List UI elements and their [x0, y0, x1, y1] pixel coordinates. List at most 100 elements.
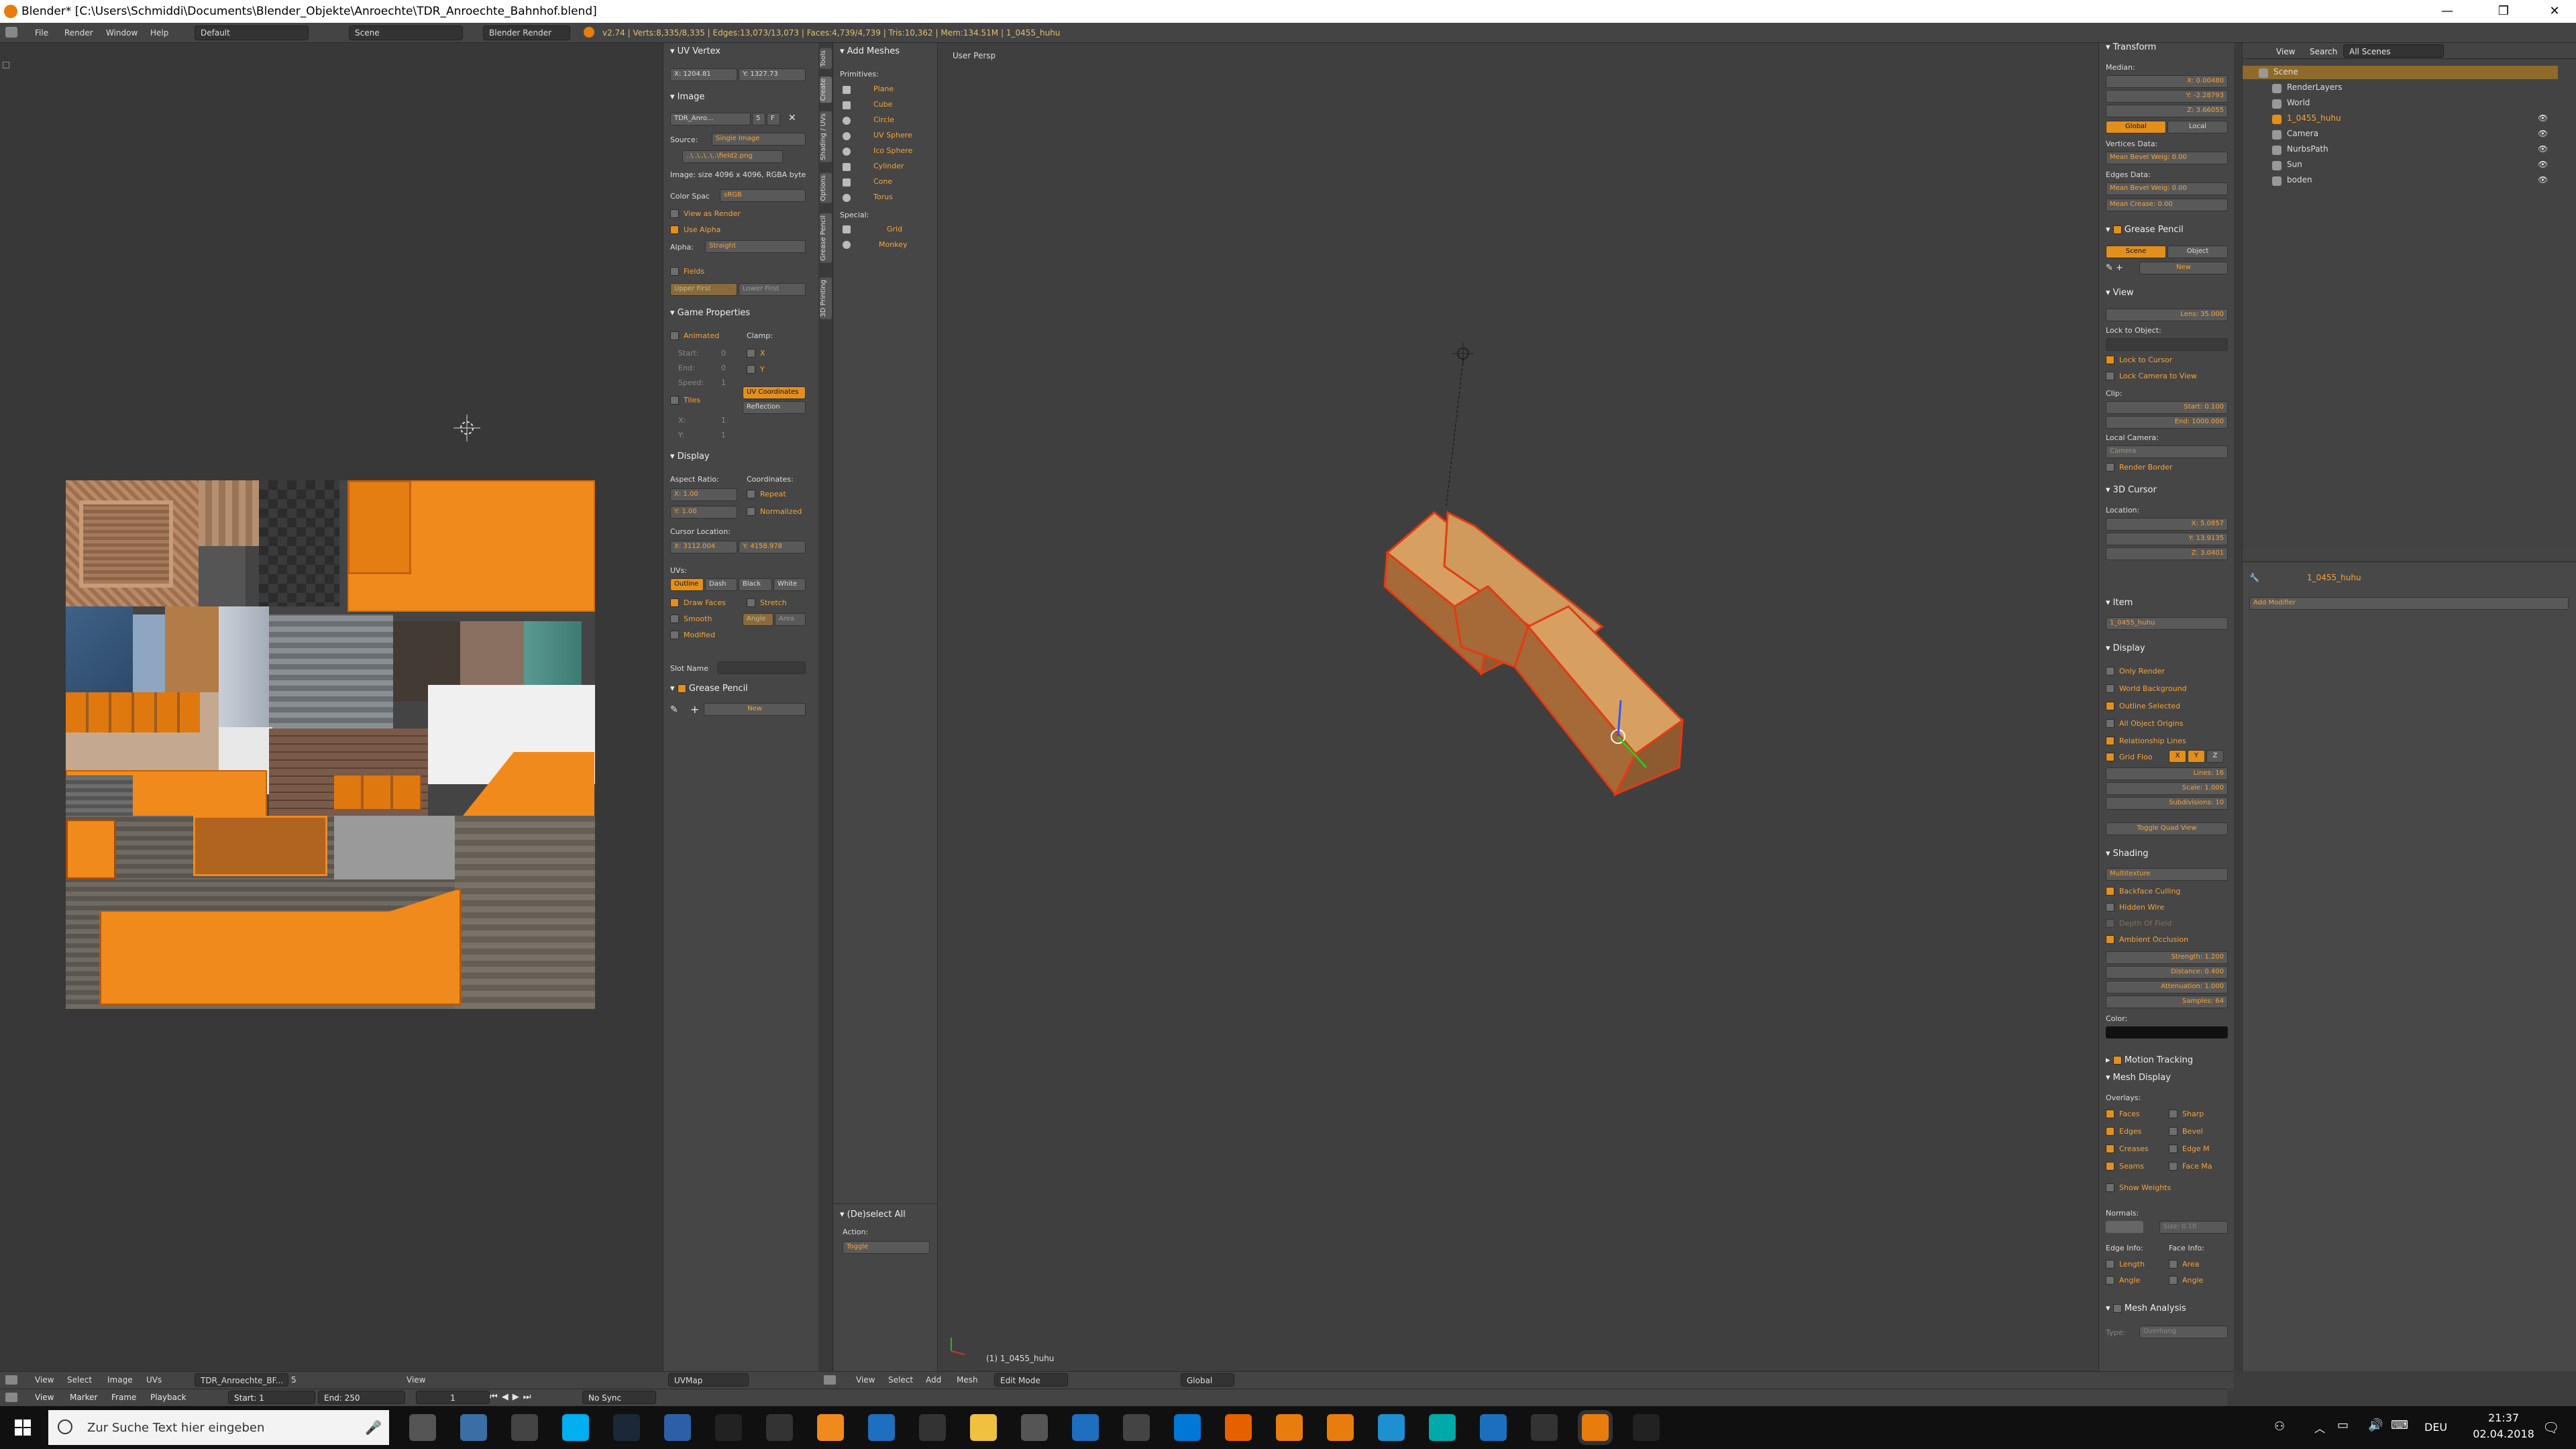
grid-z-toggle[interactable]: Z: [2206, 750, 2224, 763]
language-indicator[interactable]: DEU: [2424, 1421, 2447, 1434]
add-plane-button[interactable]: Plane: [873, 85, 894, 93]
add-uv-sphere-button[interactable]: UV Sphere: [873, 131, 912, 140]
mean-bevel-vertex-field[interactable]: Mean Bevel Weig: 0.00: [2106, 152, 2228, 164]
face-ma-overlay-checkbox[interactable]: [2169, 1162, 2178, 1171]
hidden-wire-checkbox[interactable]: [2106, 903, 2114, 912]
outline-sel-checkbox[interactable]: [2106, 702, 2114, 710]
grease-pencil-checkbox[interactable]: [677, 684, 686, 693]
black-button[interactable]: Black: [739, 578, 772, 591]
app-icon[interactable]: [1531, 1414, 1558, 1441]
app-icon[interactable]: [766, 1414, 793, 1441]
speed-value[interactable]: 1: [721, 378, 726, 387]
visibility-eye-icon[interactable]: 👁: [2538, 129, 2548, 138]
outliner-item[interactable]: NurbsPath: [2287, 144, 2328, 154]
add-torus-button[interactable]: Torus: [873, 193, 893, 201]
uv-image-editor[interactable]: [0, 43, 663, 1371]
ao-strength-field[interactable]: Strength: 1.200: [2106, 951, 2228, 964]
menu-window[interactable]: Window: [106, 28, 138, 38]
ao-distance-field[interactable]: Distance: 0.400: [2106, 966, 2228, 979]
lock-object-field[interactable]: [2106, 338, 2228, 351]
app-icon[interactable]: [1123, 1414, 1150, 1441]
properties-scrollbar[interactable]: [2234, 43, 2242, 1371]
tab-options[interactable]: Options: [820, 173, 832, 203]
median-z-field[interactable]: Z: 3.66055: [2106, 105, 2228, 117]
reflection-button[interactable]: Reflection: [743, 401, 806, 414]
pencil-icon[interactable]: ✎: [670, 704, 678, 715]
add-cube-button[interactable]: Cube: [873, 100, 892, 109]
cursor-y-field[interactable]: Y: 4158.978: [739, 541, 806, 553]
toggle-quad-view-button[interactable]: Toggle Quad View: [2106, 822, 2228, 835]
network-icon[interactable]: ▭: [2337, 1418, 2349, 1432]
app-icon[interactable]: [460, 1414, 487, 1441]
outliner-menu-view[interactable]: View: [2276, 47, 2295, 56]
taskbar-search-box[interactable]: Zur Suche Text hier eingeben 🎤: [48, 1410, 389, 1445]
face-angle-checkbox[interactable]: [2169, 1276, 2178, 1285]
photos-icon[interactable]: [1633, 1414, 1660, 1441]
menu-file[interactable]: File: [35, 28, 48, 38]
keyboard-icon[interactable]: ⌨: [2391, 1418, 2408, 1432]
grid-floor-checkbox[interactable]: [2106, 753, 2114, 761]
median-y-field[interactable]: Y: -2.28793: [2106, 90, 2228, 103]
length-checkbox[interactable]: [2106, 1260, 2114, 1269]
task-view-icon[interactable]: [409, 1414, 436, 1441]
maximize-button[interactable]: ❐: [2482, 0, 2525, 23]
panel-display-header[interactable]: ▾ Display: [663, 448, 819, 466]
clock-time[interactable]: 21:37: [2470, 1411, 2537, 1424]
start-frame-field[interactable]: Start: 1: [228, 1391, 315, 1404]
unreal-icon[interactable]: [715, 1414, 742, 1441]
add-icon[interactable]: +: [690, 703, 699, 716]
edge-m-overlay-checkbox[interactable]: [2169, 1144, 2178, 1153]
only-render-checkbox[interactable]: [2106, 667, 2114, 676]
end-value[interactable]: 0: [721, 364, 726, 372]
stretch-checkbox[interactable]: [747, 598, 755, 607]
cursor-x-field[interactable]: X: 5.0857: [2106, 518, 2228, 531]
menu-help[interactable]: Help: [150, 28, 168, 38]
tiles-x-value[interactable]: 1: [721, 416, 726, 425]
panel-grease-header[interactable]: ▾ Grease Pencil: [663, 680, 819, 698]
visibility-eye-icon[interactable]: 👁: [2538, 113, 2548, 123]
creases-overlay-checkbox[interactable]: [2106, 1144, 2114, 1153]
render-engine-select[interactable]: Blender Render: [483, 25, 570, 40]
steam-icon[interactable]: [613, 1414, 640, 1441]
explorer-icon[interactable]: [970, 1414, 997, 1441]
fake-user-button[interactable]: F: [767, 113, 780, 125]
editor-type-icon[interactable]: [5, 27, 17, 38]
microphone-icon[interactable]: 🎤: [365, 1419, 382, 1436]
tab-tools[interactable]: Tools: [820, 48, 832, 69]
motion-tracking-checkbox[interactable]: [2112, 1056, 2122, 1065]
outliner-item[interactable]: RenderLayers: [2287, 83, 2342, 92]
add-monkey-button[interactable]: Monkey: [879, 240, 907, 249]
end-frame-field[interactable]: End: 250: [318, 1391, 405, 1404]
operator-header[interactable]: ▾ (De)select All: [833, 1206, 938, 1224]
ambient-occlusion-checkbox[interactable]: [2106, 935, 2114, 944]
blender-icon[interactable]: [1327, 1414, 1354, 1441]
mode-select[interactable]: Edit Mode: [994, 1373, 1068, 1387]
viewport-editor-type-icon[interactable]: [824, 1375, 836, 1385]
outliner-item[interactable]: Sun: [2287, 160, 2302, 169]
close-button[interactable]: ✕: [2533, 0, 2576, 23]
add-cone-button[interactable]: Cone: [873, 177, 892, 186]
vp-menu-mesh[interactable]: Mesh: [957, 1375, 978, 1385]
normals-toggle-icons[interactable]: [2106, 1221, 2143, 1233]
3d-viewport[interactable]: User Persp (1) 1_0455_huhu: [938, 43, 2098, 1371]
sharp-overlay-checkbox[interactable]: [2169, 1110, 2178, 1118]
item-header[interactable]: ▾ Item: [2099, 594, 2235, 612]
uv-view-select[interactable]: View: [407, 1375, 425, 1385]
seams-overlay-checkbox[interactable]: [2106, 1162, 2114, 1171]
color-swatch[interactable]: [2106, 1026, 2228, 1038]
layout-select[interactable]: Default: [195, 25, 309, 40]
animated-checkbox[interactable]: [670, 331, 679, 340]
show-weights-checkbox[interactable]: [2106, 1183, 2114, 1192]
skype-icon[interactable]: [562, 1414, 589, 1441]
rel-lines-checkbox[interactable]: [2106, 737, 2114, 745]
faces-overlay-checkbox[interactable]: [2106, 1110, 2114, 1118]
aspect-x-field[interactable]: X: 1.00: [670, 488, 737, 501]
clamp-x-checkbox[interactable]: [747, 349, 755, 358]
fields-checkbox[interactable]: [670, 267, 679, 276]
mean-crease-field[interactable]: Mean Crease: 0.00: [2106, 199, 2228, 211]
tab-shading-uvs[interactable]: Shading / UVs: [820, 111, 832, 162]
start-value[interactable]: 0: [721, 349, 726, 358]
ao-samples-field[interactable]: Samples: 64: [2106, 996, 2228, 1008]
blender-icon[interactable]: [1582, 1414, 1609, 1441]
app-icon[interactable]: [1378, 1414, 1405, 1441]
